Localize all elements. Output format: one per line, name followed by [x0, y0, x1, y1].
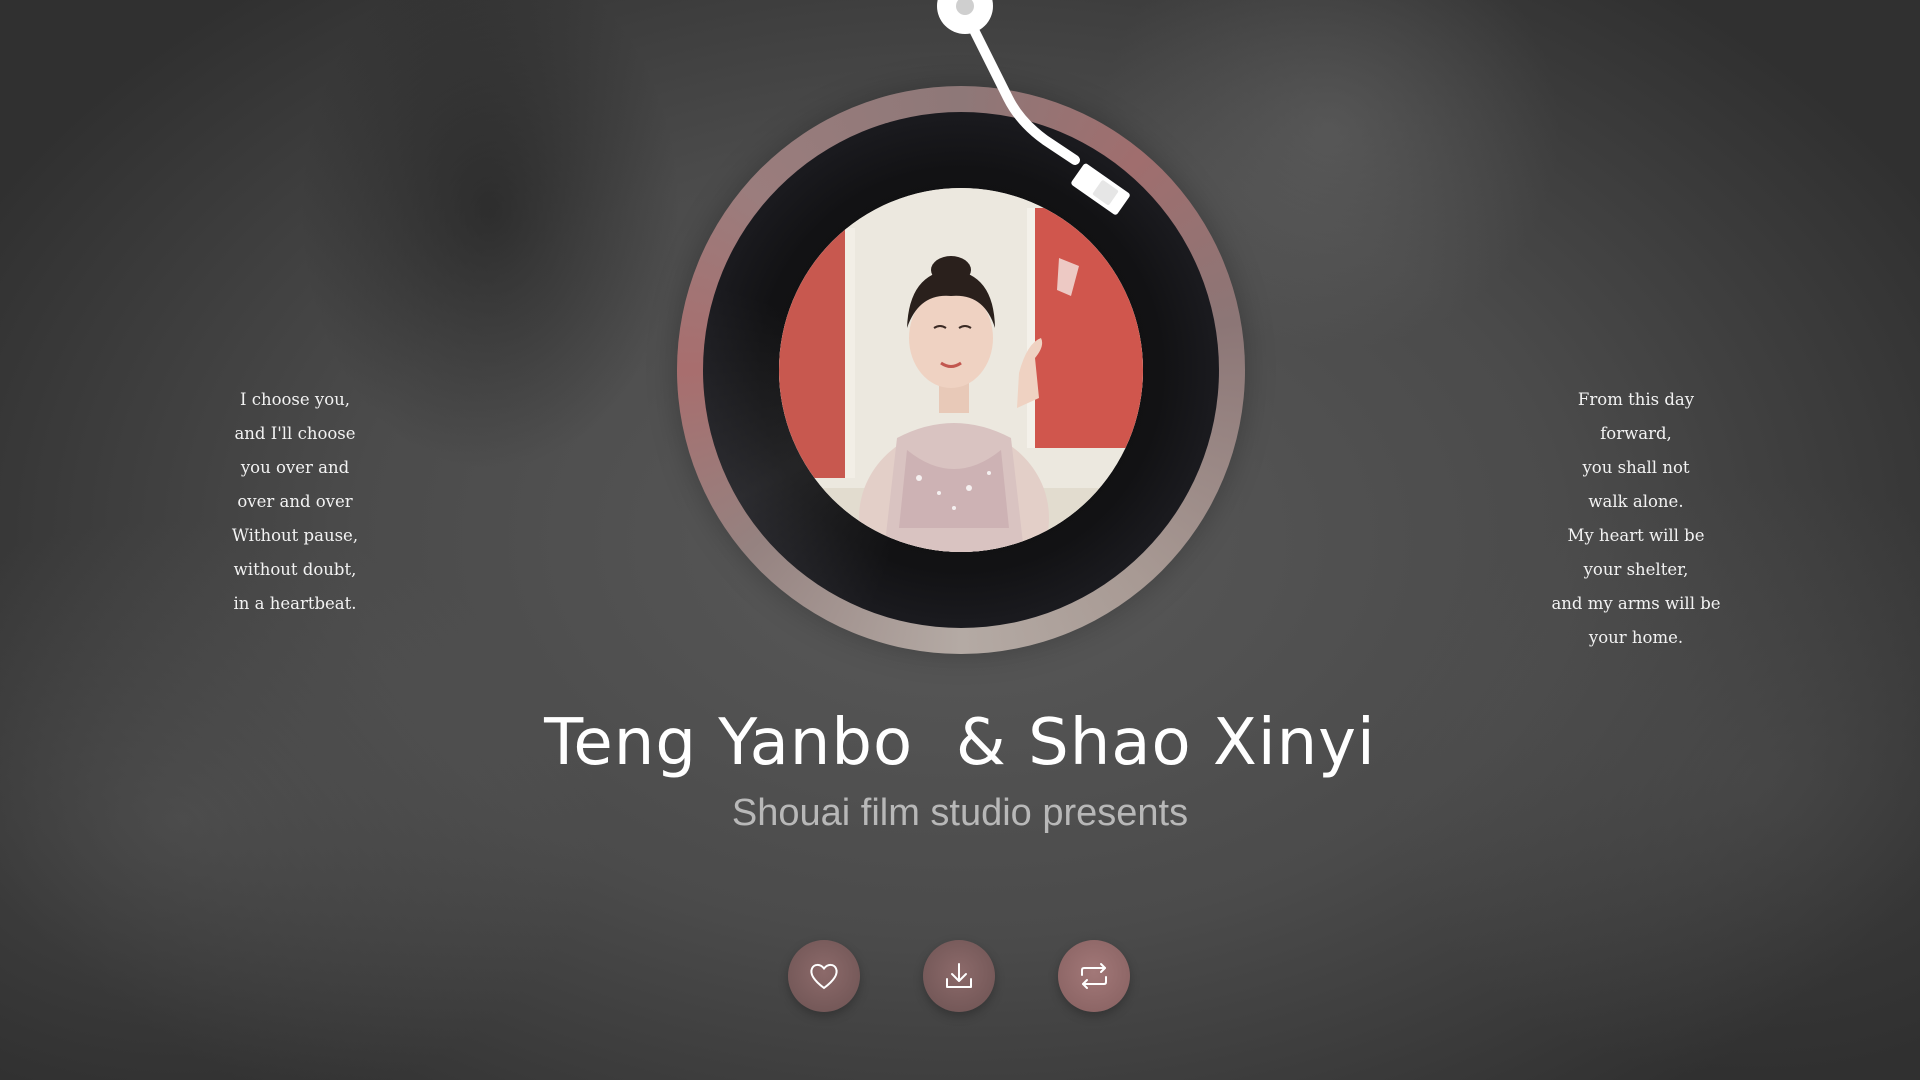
poem-right-line: From this day — [1577, 390, 1695, 409]
repeat-button[interactable] — [1058, 940, 1130, 1012]
poem-right-line: you shall not — [1582, 458, 1690, 477]
poem-left-line: I choose you, — [239, 390, 351, 409]
poem-left-line: over and over — [237, 492, 353, 511]
download-icon — [946, 963, 972, 988]
poem-right-line: and my arms will be — [1551, 594, 1721, 613]
vinyl-record — [703, 112, 1219, 628]
like-button[interactable] — [788, 940, 860, 1012]
poem-left: I choose you, and I'll choose you over a… — [165, 383, 425, 621]
page-title: Teng Yanbo & Shao Xinyi — [544, 706, 1376, 780]
repeat-icon — [1081, 963, 1107, 989]
heart-icon — [810, 963, 838, 990]
poem-left-line: in a heartbeat. — [233, 594, 357, 613]
subtitle: Shouai film studio presents — [731, 792, 1189, 834]
poem-right-line: walk alone. — [1588, 492, 1684, 511]
poem-left-line: and I'll choose — [234, 424, 356, 443]
poem-left-line: you over and — [240, 458, 350, 477]
player-controls — [788, 940, 1132, 1012]
album-cover-photo — [779, 188, 1143, 552]
cover-image — [779, 188, 1143, 552]
poem-left-line: Without pause, — [231, 526, 359, 545]
poem-right: From this day forward, you shall not wal… — [1506, 383, 1766, 655]
poem-right-line: My heart will be — [1567, 526, 1705, 545]
poem-left-line: without doubt, — [233, 560, 357, 579]
poem-right-line: forward, — [1600, 424, 1672, 443]
poem-right-line: your home. — [1588, 628, 1684, 647]
poem-right-line: your shelter, — [1583, 560, 1689, 579]
download-button[interactable] — [923, 940, 995, 1012]
record-player — [677, 86, 1245, 654]
